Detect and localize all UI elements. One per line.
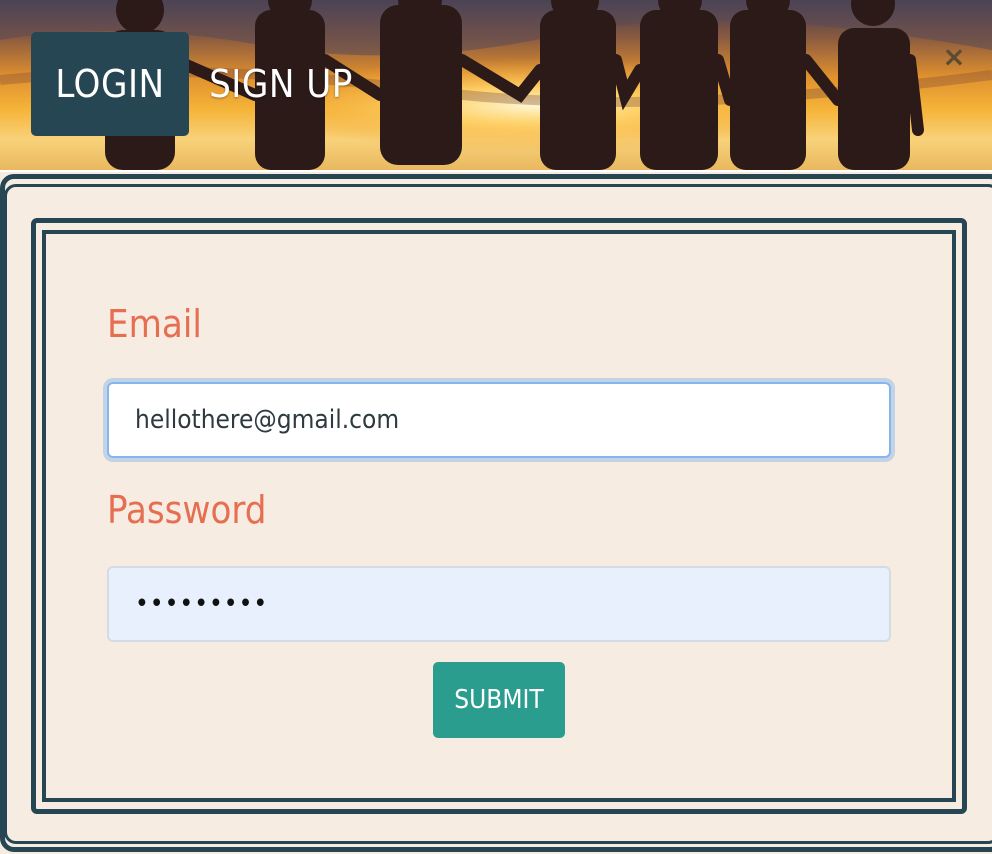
submit-button[interactable]: SUBMIT <box>433 662 565 738</box>
close-icon: × <box>942 39 966 73</box>
password-field[interactable] <box>107 566 891 642</box>
tab-signup[interactable]: SIGN UP <box>206 32 356 136</box>
tab-signup-label: SIGN UP <box>209 62 353 106</box>
email-label: Email <box>107 302 202 346</box>
close-button[interactable]: × <box>938 39 970 73</box>
login-modal: LOGIN SIGN UP × Email Password SUBMIT <box>0 0 992 854</box>
hero-banner-image: LOGIN SIGN UP × <box>0 0 992 170</box>
password-label: Password <box>107 488 267 532</box>
email-field[interactable] <box>107 382 891 458</box>
tab-login[interactable]: LOGIN <box>31 32 189 136</box>
tab-login-label: LOGIN <box>55 62 165 106</box>
